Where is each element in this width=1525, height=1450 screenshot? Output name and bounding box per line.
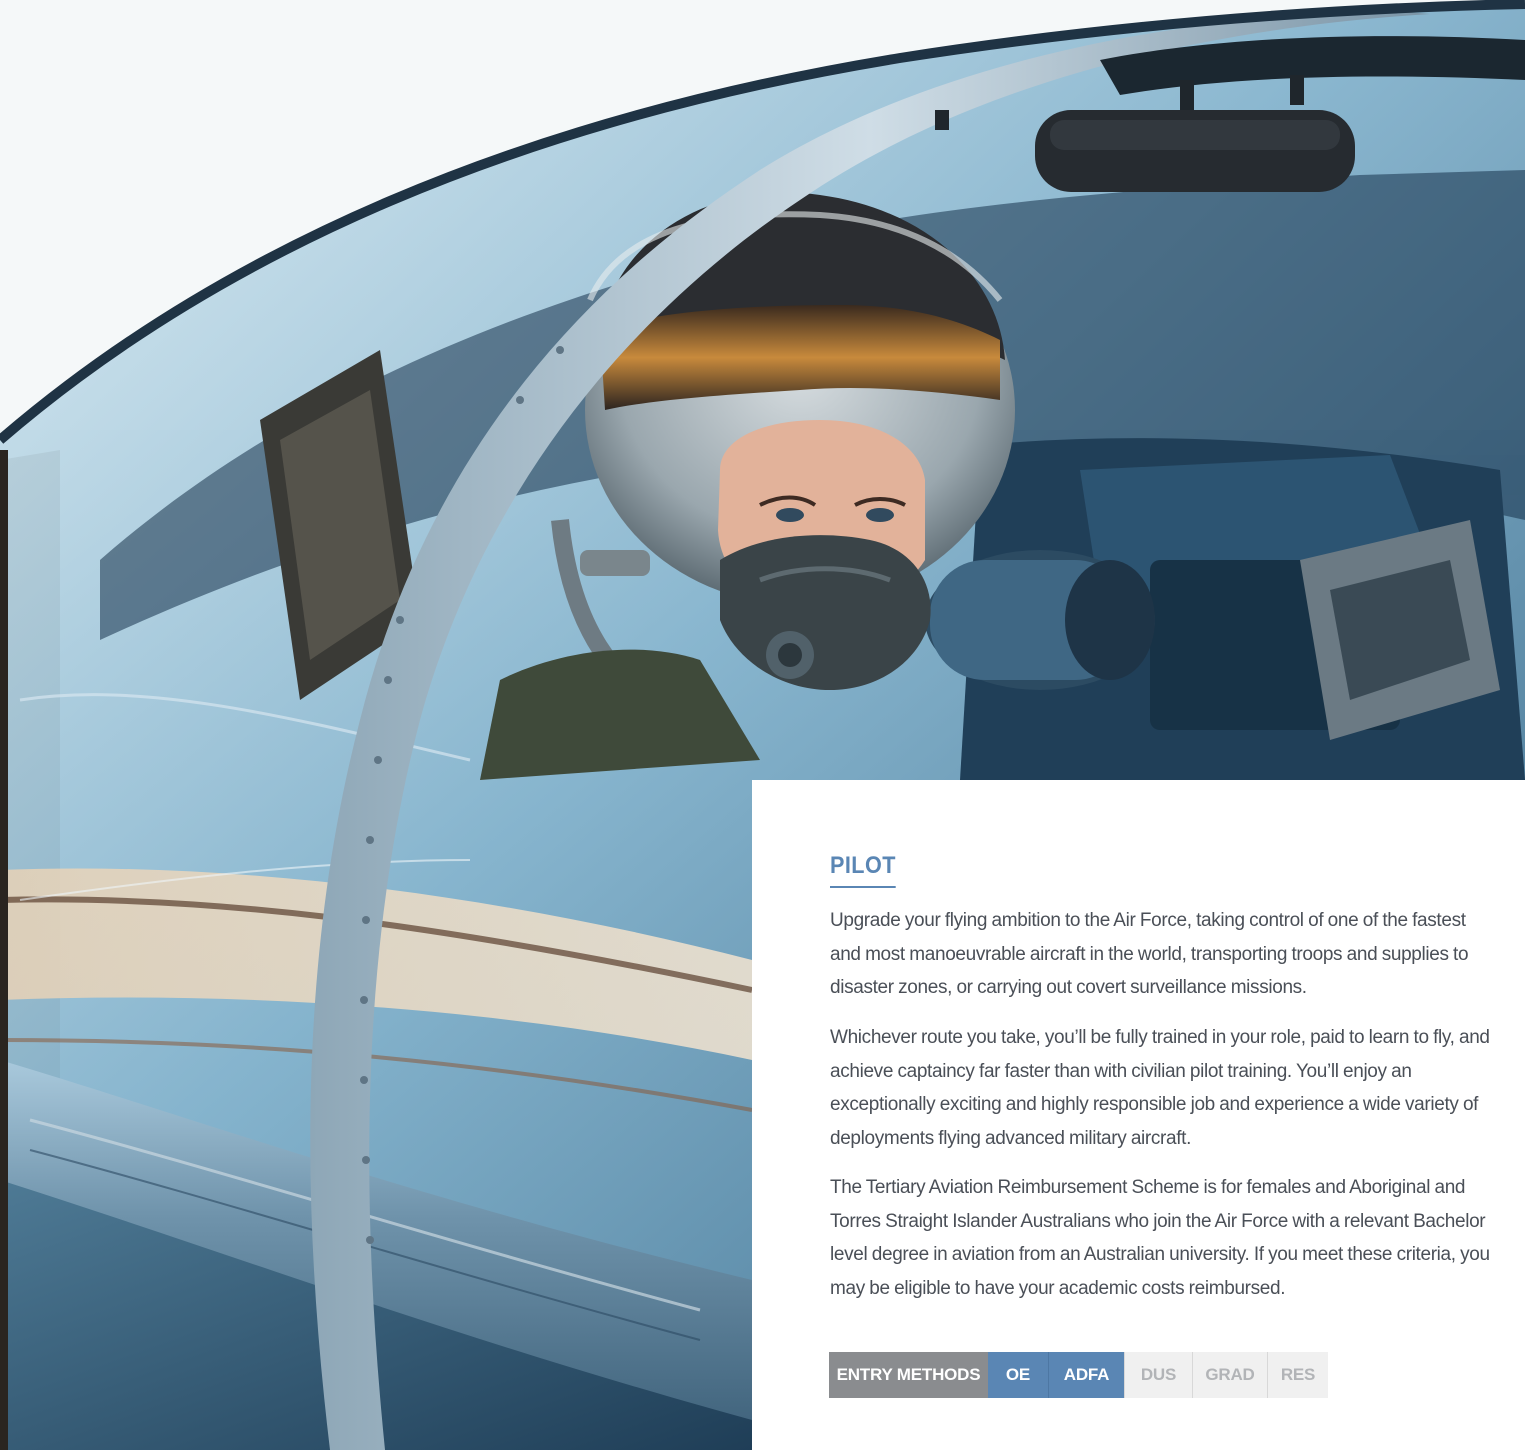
pilot-heading: PILOT [830,852,896,888]
intro-paragraph: Upgrade your flying ambition to the Air … [830,910,1469,998]
entry-methods-bar: ENTRY METHODS OE ADFA DUS GRAD RES [829,1352,1328,1398]
entry-method-adfa[interactable]: ADFA [1048,1352,1124,1398]
entry-method-res[interactable]: RES [1267,1352,1328,1398]
entry-method-oe[interactable]: OE [988,1352,1048,1398]
entry-method-dus[interactable]: DUS [1124,1352,1192,1398]
training-paragraph: Whichever route you take, you’ll be full… [830,1027,1490,1149]
reimbursement-paragraph: The Tertiary Aviation Reimbursement Sche… [830,1177,1490,1299]
entry-method-grad[interactable]: GRAD [1192,1352,1267,1398]
entry-methods-label: ENTRY METHODS [829,1352,988,1398]
pilot-info-card: PILOT Upgrade your flying ambition to th… [752,780,1525,1450]
